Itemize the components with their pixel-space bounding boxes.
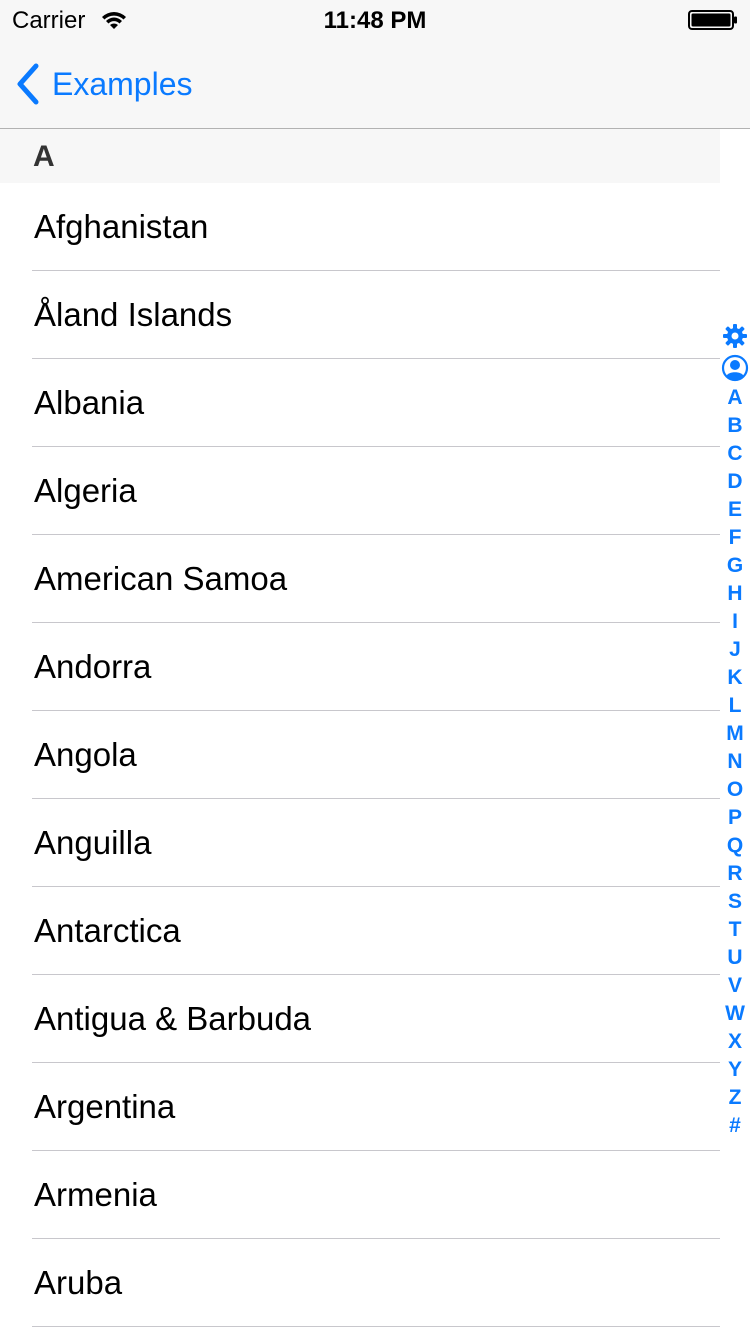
country-label: Anguilla bbox=[34, 824, 152, 861]
index-letter[interactable]: E bbox=[720, 496, 750, 524]
battery-icon bbox=[688, 10, 737, 30]
person-icon-graphic bbox=[721, 354, 749, 382]
index-letter[interactable]: T bbox=[720, 916, 750, 944]
country-label: Armenia bbox=[34, 1176, 157, 1213]
index-letter[interactable]: V bbox=[720, 972, 750, 1000]
index-letter[interactable]: I bbox=[720, 608, 750, 636]
index-letter[interactable]: O bbox=[720, 776, 750, 804]
country-label: American Samoa bbox=[34, 560, 288, 597]
index-letter[interactable]: R bbox=[720, 860, 750, 888]
index-letter[interactable]: Y bbox=[720, 1056, 750, 1084]
index-letter[interactable]: B bbox=[720, 412, 750, 440]
person-icon[interactable] bbox=[720, 352, 750, 384]
table-row[interactable]: Aruba bbox=[0, 1239, 720, 1327]
index-letter[interactable]: C bbox=[720, 440, 750, 468]
country-label: Albania bbox=[34, 384, 145, 421]
index-letter[interactable]: N bbox=[720, 748, 750, 776]
index-letters: A B C D E F G H I J K L M N O P Q R S T U V W X Y Z # bbox=[720, 384, 750, 1140]
table-row[interactable]: Algeria bbox=[0, 447, 720, 535]
table-row[interactable]: Andorra bbox=[0, 623, 720, 711]
screen: Carrier 11:48 PM Examples A Afghanistan Å… bbox=[0, 0, 750, 1334]
table-row[interactable]: Angola bbox=[0, 711, 720, 799]
back-button-label: Examples bbox=[52, 66, 193, 102]
index-letter[interactable]: # bbox=[720, 1112, 750, 1140]
country-label: Argentina bbox=[34, 1088, 176, 1125]
index-letter[interactable]: U bbox=[720, 944, 750, 972]
table-row[interactable]: American Samoa bbox=[0, 535, 720, 623]
table-row[interactable]: Armenia bbox=[0, 1151, 720, 1239]
index-letter[interactable]: X bbox=[720, 1028, 750, 1056]
table-row[interactable]: Antarctica bbox=[0, 887, 720, 975]
index-letter[interactable]: J bbox=[720, 636, 750, 664]
index-letter[interactable]: Z bbox=[720, 1084, 750, 1112]
country-label: Andorra bbox=[34, 648, 152, 685]
index-letter[interactable]: M bbox=[720, 720, 750, 748]
chevron-left-icon bbox=[17, 63, 39, 105]
back-button[interactable]: Examples bbox=[14, 62, 193, 106]
table-row[interactable]: Anguilla bbox=[0, 799, 720, 887]
index-letter[interactable]: L bbox=[720, 692, 750, 720]
country-label: Antarctica bbox=[34, 912, 181, 949]
index-letter[interactable]: D bbox=[720, 468, 750, 496]
country-label: Åland Islands bbox=[34, 296, 233, 333]
table-row[interactable]: Argentina bbox=[0, 1063, 720, 1151]
section-header-label: A bbox=[33, 140, 55, 173]
section-index[interactable]: A B C D E F G H I J K L M N O P Q R S T U V W X Y Z # bbox=[720, 320, 750, 1140]
table-row[interactable]: Albania bbox=[0, 359, 720, 447]
country-label: Algeria bbox=[34, 472, 137, 509]
gear-icon-graphic bbox=[723, 324, 747, 348]
table-rows: Afghanistan Åland Islands Albania Algeria Am… bbox=[0, 183, 720, 1327]
index-letter[interactable]: P bbox=[720, 804, 750, 832]
status-bar: Carrier 11:48 PM bbox=[0, 0, 750, 40]
table-row[interactable]: Afghanistan bbox=[0, 183, 720, 271]
status-time: 11:48 PM bbox=[323, 7, 427, 34]
index-letter[interactable]: H bbox=[720, 580, 750, 608]
index-letter[interactable]: W bbox=[720, 1000, 750, 1028]
country-table[interactable]: A Afghanistan Åland Islands Albania Algeria… bbox=[0, 129, 720, 1334]
index-letter[interactable]: G bbox=[720, 552, 750, 580]
gear-icon[interactable] bbox=[720, 320, 750, 352]
country-label: Aruba bbox=[34, 1264, 123, 1301]
country-label: Angola bbox=[34, 736, 137, 773]
navigation-bar: Examples bbox=[0, 40, 750, 129]
index-letter[interactable]: S bbox=[720, 888, 750, 916]
section-header: A bbox=[0, 129, 720, 183]
row-separator bbox=[32, 1326, 720, 1327]
index-letter[interactable]: Q bbox=[720, 832, 750, 860]
index-letter[interactable]: A bbox=[720, 384, 750, 412]
country-label: Antigua & Barbuda bbox=[34, 1000, 312, 1037]
table-row[interactable]: Antigua & Barbuda bbox=[0, 975, 720, 1063]
table-row[interactable]: Åland Islands bbox=[0, 271, 720, 359]
country-label: Afghanistan bbox=[34, 208, 209, 245]
index-letter[interactable]: K bbox=[720, 664, 750, 692]
index-letter[interactable]: F bbox=[720, 524, 750, 552]
